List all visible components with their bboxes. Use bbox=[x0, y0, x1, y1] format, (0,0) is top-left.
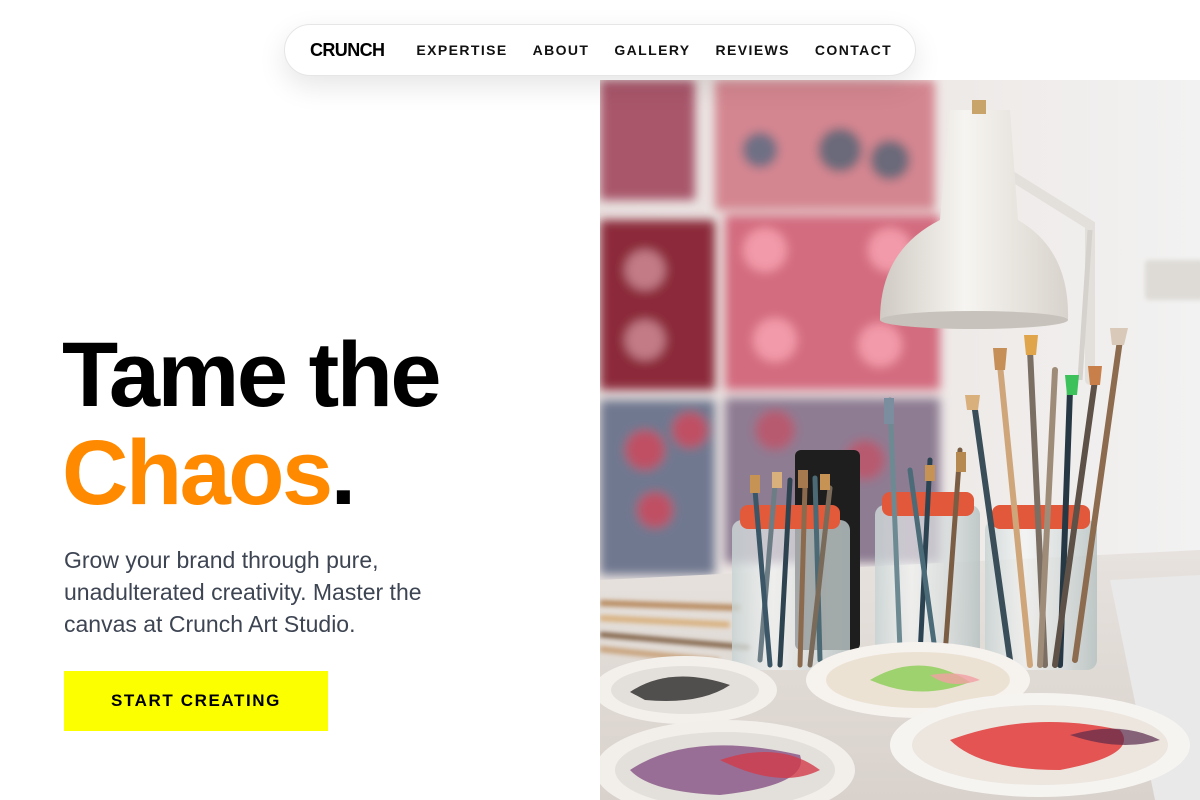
nav-link-gallery[interactable]: GALLERY bbox=[614, 42, 690, 58]
nav-links: EXPERTISE ABOUT GALLERY REVIEWS CONTACT bbox=[416, 42, 892, 58]
brand-logo[interactable]: CRUNCH bbox=[310, 40, 385, 61]
nav-link-reviews[interactable]: REVIEWS bbox=[716, 42, 790, 58]
hero-title: Tame the Chaos. bbox=[62, 324, 442, 524]
hero-title-accent: Chaos bbox=[62, 422, 333, 524]
top-nav: CRUNCH EXPERTISE ABOUT GALLERY REVIEWS C… bbox=[284, 24, 916, 76]
art-studio-illustration bbox=[600, 80, 1200, 800]
start-creating-button[interactable]: START CREATING bbox=[64, 671, 328, 731]
hero-title-period: . bbox=[330, 422, 357, 524]
nav-link-expertise[interactable]: EXPERTISE bbox=[416, 42, 507, 58]
hero-image bbox=[600, 80, 1200, 800]
hero-title-line1: Tame the bbox=[62, 324, 442, 426]
nav-link-contact[interactable]: CONTACT bbox=[815, 42, 892, 58]
page: CRUNCH EXPERTISE ABOUT GALLERY REVIEWS C… bbox=[0, 0, 1200, 800]
hero-subtitle: Grow your brand through pure, unadultera… bbox=[64, 547, 422, 637]
nav-link-about[interactable]: ABOUT bbox=[533, 42, 590, 58]
